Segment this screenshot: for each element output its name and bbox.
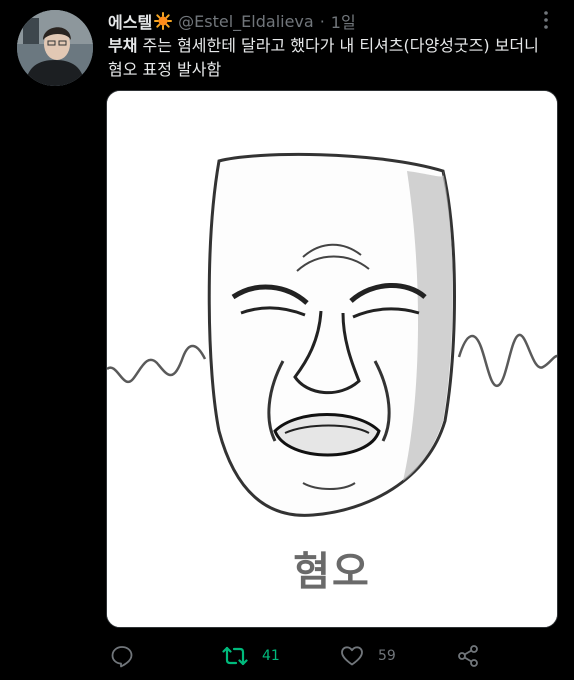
tweet-header: 에스텔 @Estel_Eldalieva · 1일 bbox=[108, 9, 356, 33]
retweet-count: 41 bbox=[262, 648, 280, 664]
sun-emoji-icon bbox=[154, 12, 173, 30]
tweet-text: 부채 주는 혐세한테 달라고 했다가 내 티셔츠(다양성굿즈) 보더니 혐오 표… bbox=[108, 34, 560, 82]
reply-button[interactable] bbox=[110, 642, 148, 670]
like-icon bbox=[340, 644, 364, 668]
action-bar: 41 59 bbox=[108, 642, 508, 670]
tweet-timestamp[interactable]: 1일 bbox=[331, 9, 356, 33]
like-count: 59 bbox=[378, 648, 396, 664]
user-handle[interactable]: @Estel_Eldalieva bbox=[178, 12, 314, 31]
share-button[interactable] bbox=[456, 642, 480, 670]
tweet-image[interactable]: 혐오 bbox=[106, 90, 558, 628]
retweet-icon bbox=[222, 644, 248, 668]
tweet: 에스텔 @Estel_Eldalieva · 1일 부채 주는 혐세한테 달라고… bbox=[0, 0, 574, 680]
like-button[interactable]: 59 bbox=[340, 642, 396, 670]
retweet-button[interactable]: 41 bbox=[222, 642, 280, 670]
tweet-text-bold: 부채 bbox=[108, 36, 138, 55]
share-icon bbox=[456, 644, 480, 668]
separator-dot: · bbox=[319, 11, 325, 31]
display-name[interactable]: 에스텔 bbox=[108, 9, 152, 33]
image-caption: 혐오 bbox=[293, 549, 371, 595]
reply-icon bbox=[110, 644, 134, 668]
avatar[interactable] bbox=[17, 10, 93, 86]
tweet-text-body: 주는 혐세한테 달라고 했다가 내 티셔츠(다양성굿즈) 보더니 혐오 표정 발… bbox=[108, 36, 539, 79]
more-dots-icon[interactable] bbox=[538, 10, 554, 30]
